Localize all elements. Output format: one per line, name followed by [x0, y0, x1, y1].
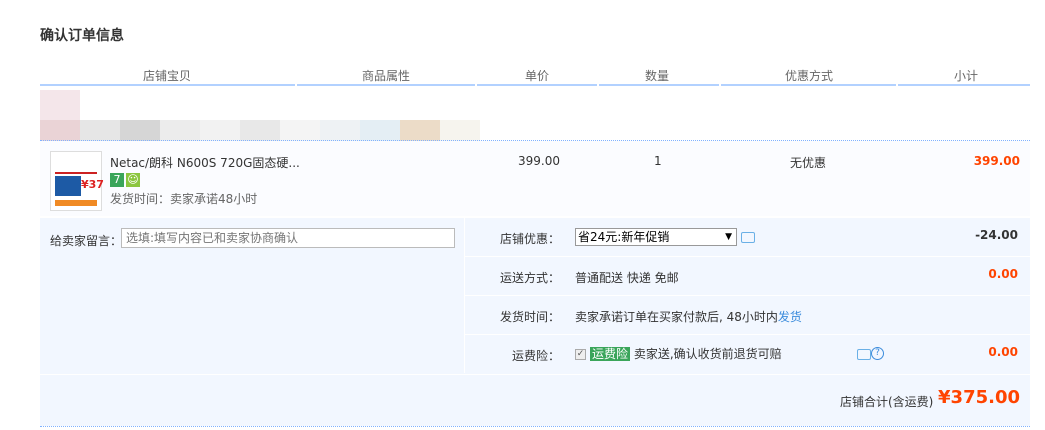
ship-time-label: 发货时间： — [499, 310, 560, 324]
unit-price: 399.00 — [518, 154, 560, 168]
shop-total-bar: 店铺合计(含运费) ¥375.00 — [40, 374, 1030, 427]
consumer-protection-icon[interactable]: ☺ — [126, 173, 140, 187]
delivery-label: 运送方式： — [499, 271, 560, 285]
message-input[interactable] — [121, 228, 455, 248]
header-attributes: 商品属性 — [362, 69, 411, 83]
seven-day-return-icon[interactable]: 7 — [110, 173, 124, 187]
shop-discount-amount: -24.00 — [975, 228, 1018, 242]
chat-icon[interactable] — [741, 232, 755, 243]
shop-discount-label: 店铺优惠： — [499, 232, 560, 246]
delivery-value: 普通配送 快递 免邮 — [575, 271, 679, 285]
header-price: 单价 — [525, 69, 550, 83]
chat-icon[interactable] — [857, 349, 871, 360]
delivery-amount: 0.00 — [988, 267, 1018, 281]
header-underline — [721, 84, 896, 86]
product-thumbnail[interactable]: ¥37 — [50, 151, 104, 211]
shop-name-blurred — [40, 90, 480, 142]
ship-time-row: 发货时间： 卖家承诺订单在买家付款后, 48小时内发货 — [465, 296, 1030, 335]
insurance-amount: 0.00 — [988, 345, 1018, 359]
shop-total-amount: ¥375.00 — [938, 387, 1020, 408]
ship-link[interactable]: 发货 — [778, 310, 802, 324]
product-name-link[interactable]: Netac/朗科 N600S 720G固态硬... — [110, 154, 300, 171]
divider — [40, 426, 1030, 427]
insurance-row: 运费险： ✓ 运费险 卖家送,确认收货前退货可赔 ? 0.00 — [465, 335, 1030, 373]
order-options-panel: 给卖家留言： 店铺优惠： 省24元:新年促销▼ -24.00 运送方式： 普通配… — [40, 218, 1030, 426]
page-title: 确认订单信息 — [40, 28, 124, 44]
header-quantity: 数量 — [645, 69, 670, 83]
message-label: 给卖家留言： — [50, 234, 123, 248]
quantity: 1 — [654, 154, 662, 168]
ship-promise: 发货时间：卖家承诺48小时 — [110, 192, 258, 206]
delivery-row: 运送方式： 普通配送 快递 免邮 0.00 — [465, 257, 1030, 296]
insurance-tag: 运费险 — [590, 347, 631, 361]
ship-time-value: 卖家承诺订单在买家付款后, 48小时内发货 — [575, 310, 802, 324]
header-shop-item: 店铺宝贝 — [143, 69, 192, 83]
discount-method: 无优惠 — [790, 156, 827, 170]
shop-discount-row: 店铺优惠： 省24元:新年促销 ▼ -24.00 — [465, 218, 1030, 257]
header-underline — [898, 84, 1030, 86]
dropdown-arrow-icon: ▼ — [725, 232, 732, 242]
header-underline — [40, 84, 295, 86]
insurance-label: 运费险： — [511, 349, 560, 363]
header-subtotal: 小计 — [954, 69, 979, 83]
header-underline — [599, 84, 719, 86]
help-icon[interactable]: ? — [871, 347, 884, 360]
insurance-value: ✓ 运费险 卖家送,确认收货前退货可赔 — [575, 347, 782, 361]
header-discount: 优惠方式 — [785, 69, 834, 83]
shop-discount-select[interactable]: 省24元:新年促销 ▼ — [575, 228, 737, 246]
insurance-checkbox[interactable]: ✓ — [575, 349, 586, 360]
header-underline — [477, 84, 597, 86]
item-subtotal: 399.00 — [973, 154, 1020, 168]
header-underline — [297, 84, 475, 86]
message-cell: 给卖家留言： — [40, 218, 465, 373]
service-badges: 7 ☺ — [110, 173, 142, 187]
table-header: 店铺宝贝 商品属性 单价 数量 优惠方式 小计 — [40, 64, 1030, 86]
shop-total-label: 店铺合计(含运费) — [840, 395, 934, 409]
order-item-row: ¥37 Netac/朗科 N600S 720G固态硬... 7 ☺ 发货时间：卖家… — [40, 141, 1030, 216]
